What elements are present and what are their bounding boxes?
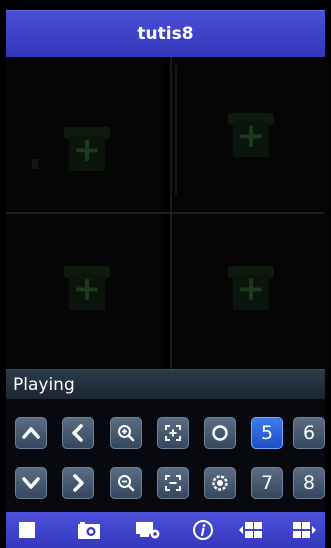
- channel-7-button[interactable]: 7: [251, 467, 283, 499]
- add-camera-icon: +: [64, 266, 110, 312]
- channel-6-label: 6: [302, 422, 316, 444]
- status-text: Playing: [13, 374, 75, 395]
- ptz-up-button[interactable]: [15, 417, 47, 449]
- focus-out-button[interactable]: [157, 467, 189, 499]
- ptz-right-button[interactable]: [62, 467, 94, 499]
- stop-button[interactable]: [12, 518, 42, 542]
- focus-in-button[interactable]: [157, 417, 189, 449]
- channel-6-button[interactable]: 6: [293, 417, 325, 449]
- zoom-in-icon: [118, 425, 135, 442]
- cell-divider: [175, 65, 177, 195]
- video-cell-4[interactable]: +: [172, 214, 330, 368]
- ptz-down-button[interactable]: [15, 467, 47, 499]
- snapshot-button[interactable]: [74, 518, 104, 542]
- small-marker: [32, 159, 38, 169]
- channel-7-label: 7: [260, 472, 274, 494]
- iris-open-button[interactable]: [204, 417, 236, 449]
- video-cell-3[interactable]: +: [6, 214, 164, 368]
- zoom-in-button[interactable]: [110, 417, 142, 449]
- add-camera-icon: +: [64, 127, 110, 173]
- focus-out-icon: [165, 475, 181, 491]
- zoom-out-button[interactable]: [110, 467, 142, 499]
- chevron-right-icon: [73, 474, 84, 492]
- video-cell-1[interactable]: +: [6, 57, 164, 211]
- video-grid: + + + +: [6, 57, 330, 369]
- ptz-left-button[interactable]: [62, 417, 94, 449]
- add-camera-icon: +: [228, 113, 274, 159]
- ptz-control-panel: 5 6 7 8: [6, 399, 325, 512]
- channel-5-label: 5: [260, 422, 274, 444]
- system-status-bar: [0, 0, 331, 10]
- device-settings-icon: [136, 522, 160, 539]
- grid-divider-horizontal: [6, 212, 325, 214]
- previous-group-icon: [239, 522, 262, 538]
- device-settings-button[interactable]: [133, 518, 163, 542]
- zoom-out-icon: [118, 475, 135, 492]
- next-group-button[interactable]: [290, 518, 320, 542]
- playback-status: Playing: [6, 369, 325, 399]
- camera-icon: [78, 522, 100, 539]
- iris-close-icon: [212, 475, 228, 491]
- stop-icon: [19, 522, 35, 538]
- iris-open-icon: [212, 425, 228, 441]
- previous-group-button[interactable]: [236, 518, 266, 542]
- focus-in-icon: [165, 425, 181, 441]
- video-cell-2[interactable]: +: [172, 57, 330, 211]
- add-camera-icon: +: [228, 266, 274, 312]
- title-bar: tutis8: [6, 10, 325, 57]
- info-button[interactable]: [188, 518, 218, 542]
- channel-8-label: 8: [302, 472, 316, 494]
- info-icon: [193, 520, 213, 540]
- app-title: tutis8: [137, 23, 194, 44]
- channel-5-button[interactable]: 5: [251, 417, 283, 449]
- iris-close-button[interactable]: [204, 467, 236, 499]
- chevron-down-icon: [22, 477, 40, 489]
- channel-8-button[interactable]: 8: [293, 467, 325, 499]
- chevron-left-icon: [72, 424, 83, 442]
- next-group-icon: [293, 522, 316, 538]
- chevron-up-icon: [22, 427, 40, 439]
- bottom-toolbar: [6, 512, 325, 548]
